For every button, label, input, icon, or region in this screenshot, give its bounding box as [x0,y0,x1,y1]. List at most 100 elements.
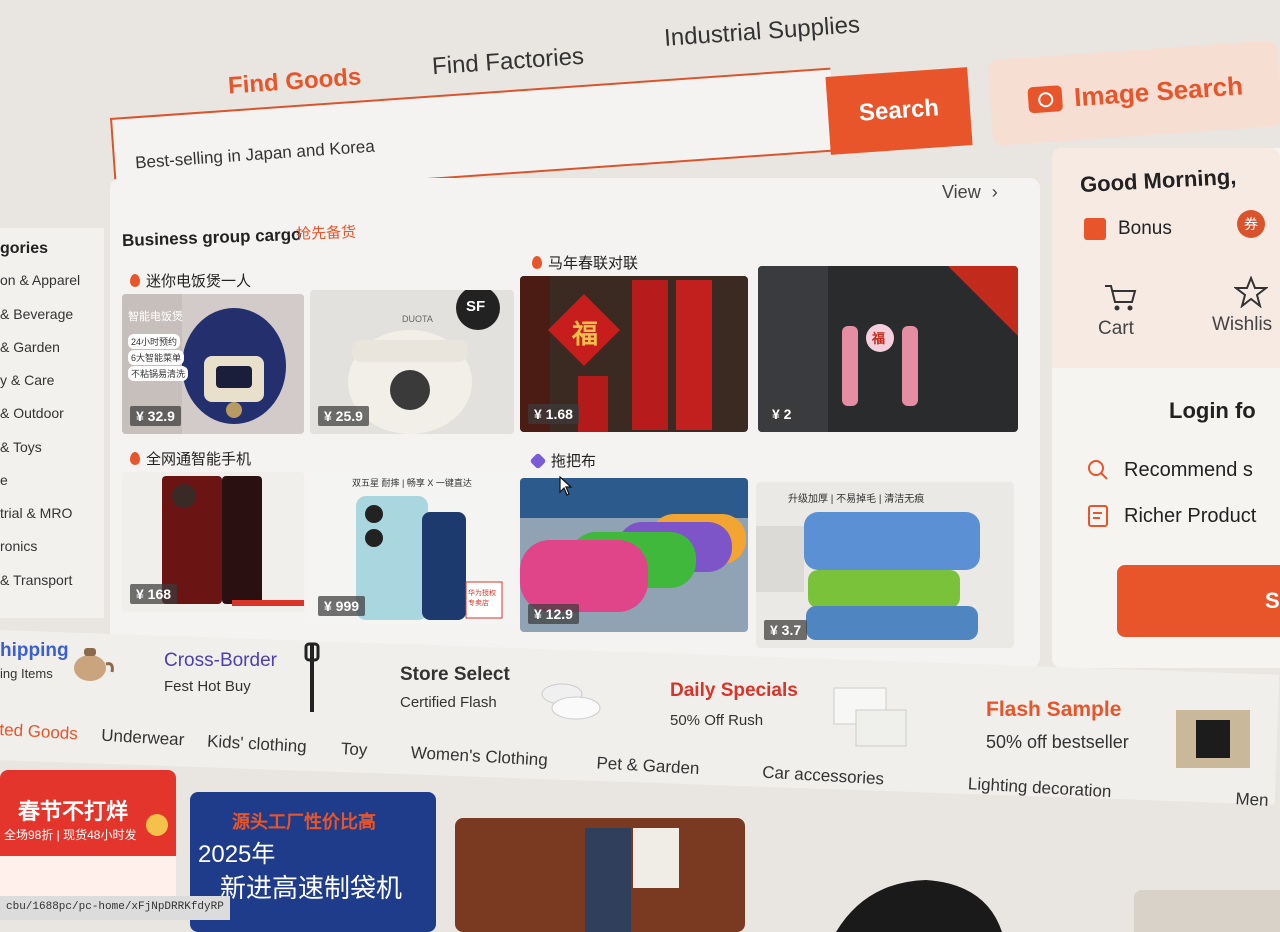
section-title-text: 迷你电饭煲一人 [146,273,252,290]
category-item[interactable]: & Outdoor [0,405,64,421]
price-tag: ¥ 12.9 [528,604,579,624]
fu-character: 福 [572,319,599,349]
product-card[interactable]: 智能电饭煲 24小时预约 6大智能菜单 不粘锅易清洗 ¥ 32.9 [122,294,304,434]
fire-icon [532,256,542,269]
promo-card-subtitle: 全场98折 | 现货48小时发 [4,828,137,842]
bonus-link[interactable]: Bonus [1084,218,1172,240]
benefit-richer: Richer Product [1086,504,1256,528]
promo-store-select[interactable]: Store Select Certified Flash [400,664,510,711]
cart-label[interactable]: Cart [1098,318,1134,340]
section-title[interactable]: 全网通智能手机 [130,448,251,469]
section-title-text: 拖把布 [551,453,597,470]
fire-icon [130,274,140,287]
product-label: DUOTA [402,314,433,324]
tissue-box-icon [833,687,907,747]
teapot-icon [74,648,114,681]
category-item[interactable]: & Transport [0,572,72,588]
promo-title: Cross-Border [164,650,277,671]
promo-title: Daily Specials [670,680,798,701]
star-icon[interactable] [1234,276,1268,308]
price-tag: ¥ 2 [766,404,798,424]
category-sidebar: gories on & Apparel & Beverage & Garden … [0,228,104,618]
promo-flash-sample[interactable]: Flash Sample 50% off bestseller [986,698,1129,753]
bonus-icon [1084,218,1106,240]
product-label: 升级加厚 | 不易掉毛 | 清洁无痕 [788,494,925,505]
category-tab[interactable]: Toy [340,739,367,760]
product-card[interactable]: 福 ¥ 1.68 [520,276,748,432]
section-title[interactable]: 迷你电饭煲一人 [130,270,251,291]
promo-card-title: 源头工厂性价比高 [232,812,376,832]
price-tag: ¥ 999 [318,596,366,616]
category-tab[interactable]: Men [1235,789,1269,811]
product-tag: 6大智能菜单 [128,350,185,365]
benefit-recommend: Recommend s [1086,458,1253,482]
view-label: View [942,182,981,202]
authorized-store-badge: 华为授权专卖店 [468,590,496,607]
document-icon [1088,505,1108,527]
product-label: 智能电饭煲 [128,311,183,323]
promo-subtitle: Certified Flash [400,694,497,711]
image-search-label: Image Search [1073,69,1244,112]
cable-icon [304,642,320,712]
price-tag: ¥ 1.68 [528,404,579,424]
wishlist-label[interactable]: Wishlis [1212,314,1272,336]
search-input[interactable] [132,110,737,175]
login-button[interactable]: S [1117,565,1280,637]
section-title[interactable]: 马年春联对联 [532,252,638,273]
sample-product-icon [1176,710,1250,768]
price-tag: ¥ 3.7 [764,620,808,640]
promo-subtitle: 50% off bestseller [986,732,1129,752]
category-item[interactable]: ronics [0,538,37,554]
purple-badge-icon [529,452,547,469]
tab-find-goods[interactable]: Find Goods [227,63,362,100]
price-tag: ¥ 168 [130,584,178,604]
cart-icon[interactable] [1102,282,1138,312]
category-item[interactable]: y & Care [0,372,54,388]
category-tab[interactable]: ted Goods [0,720,78,744]
category-item[interactable]: trial & MRO [0,505,72,521]
section-title-text: 全网通智能手机 [146,451,252,468]
category-item[interactable]: & Beverage [0,306,73,322]
search-button[interactable]: Search [825,67,973,155]
login-title: Login fo [1169,398,1256,423]
image-search-button[interactable]: Image Search [987,39,1280,147]
product-tag: 24小时预约 [128,334,181,349]
promo-subtitle: 50% Off Rush [670,712,764,729]
coin-icon [146,814,168,836]
camera-icon [1027,85,1064,114]
promo-free-shipping[interactable]: hipping ing Items [0,640,69,681]
price-tag: ¥ 32.9 [130,406,181,426]
category-item[interactable]: & Garden [0,339,60,355]
fu-character: 福 [872,331,886,346]
promo-card-line2: 新进高速制袋机 [220,873,403,903]
status-bar-url: cbu/1688pc/pc-home/xFjNpDRRKfdyRP [0,896,230,920]
mouse-cursor-icon [559,476,573,496]
product-card[interactable]: ¥ 12.9 [520,478,748,632]
promo-card-fashion[interactable] [455,818,745,932]
business-group-subtitle: 抢先备货 [295,223,357,244]
promo-daily-specials[interactable]: Daily Specials 50% Off Rush [670,680,798,729]
category-item[interactable]: & Toys [0,439,42,455]
promo-cross-border[interactable]: Cross-Border Fest Hot Buy [164,650,277,695]
tab-industrial-supplies[interactable]: Industrial Supplies [663,11,861,53]
promo-title: hipping [0,640,69,661]
product-card[interactable]: DUOTA SF ¥ 25.9 [310,290,514,434]
category-item[interactable]: on & Apparel [0,272,80,288]
product-card[interactable]: 双五星 耐摔 | 畅享 X 一键直达 华为授权专卖店 ¥ 999 [310,472,514,624]
section-title[interactable]: 拖把布 [529,450,597,471]
product-tag: 不粘锅易清洗 [128,366,189,381]
category-title: gories [0,240,49,257]
coupon-icon[interactable]: 券 [1237,210,1265,238]
promo-card-subtitle: 2025年 [198,841,276,868]
product-card[interactable]: 升级加厚 | 不易掉毛 | 清洁无痕 ¥ 3.7 [756,482,1014,648]
sf-badge: SF [466,298,486,315]
product-label: 双五星 耐摔 | 畅享 X 一键直达 [352,478,472,488]
search-icon [1088,460,1108,480]
tab-find-factories[interactable]: Find Factories [431,43,585,82]
category-item[interactable]: e [0,472,8,488]
product-card[interactable]: 福 ¥ 2 [758,266,1018,432]
view-all-link[interactable]: View › [942,182,998,203]
category-tab[interactable]: Underwear [101,726,185,751]
category-tab[interactable]: Kids' clothing [207,732,308,758]
product-card[interactable]: ¥ 168 [122,472,304,612]
